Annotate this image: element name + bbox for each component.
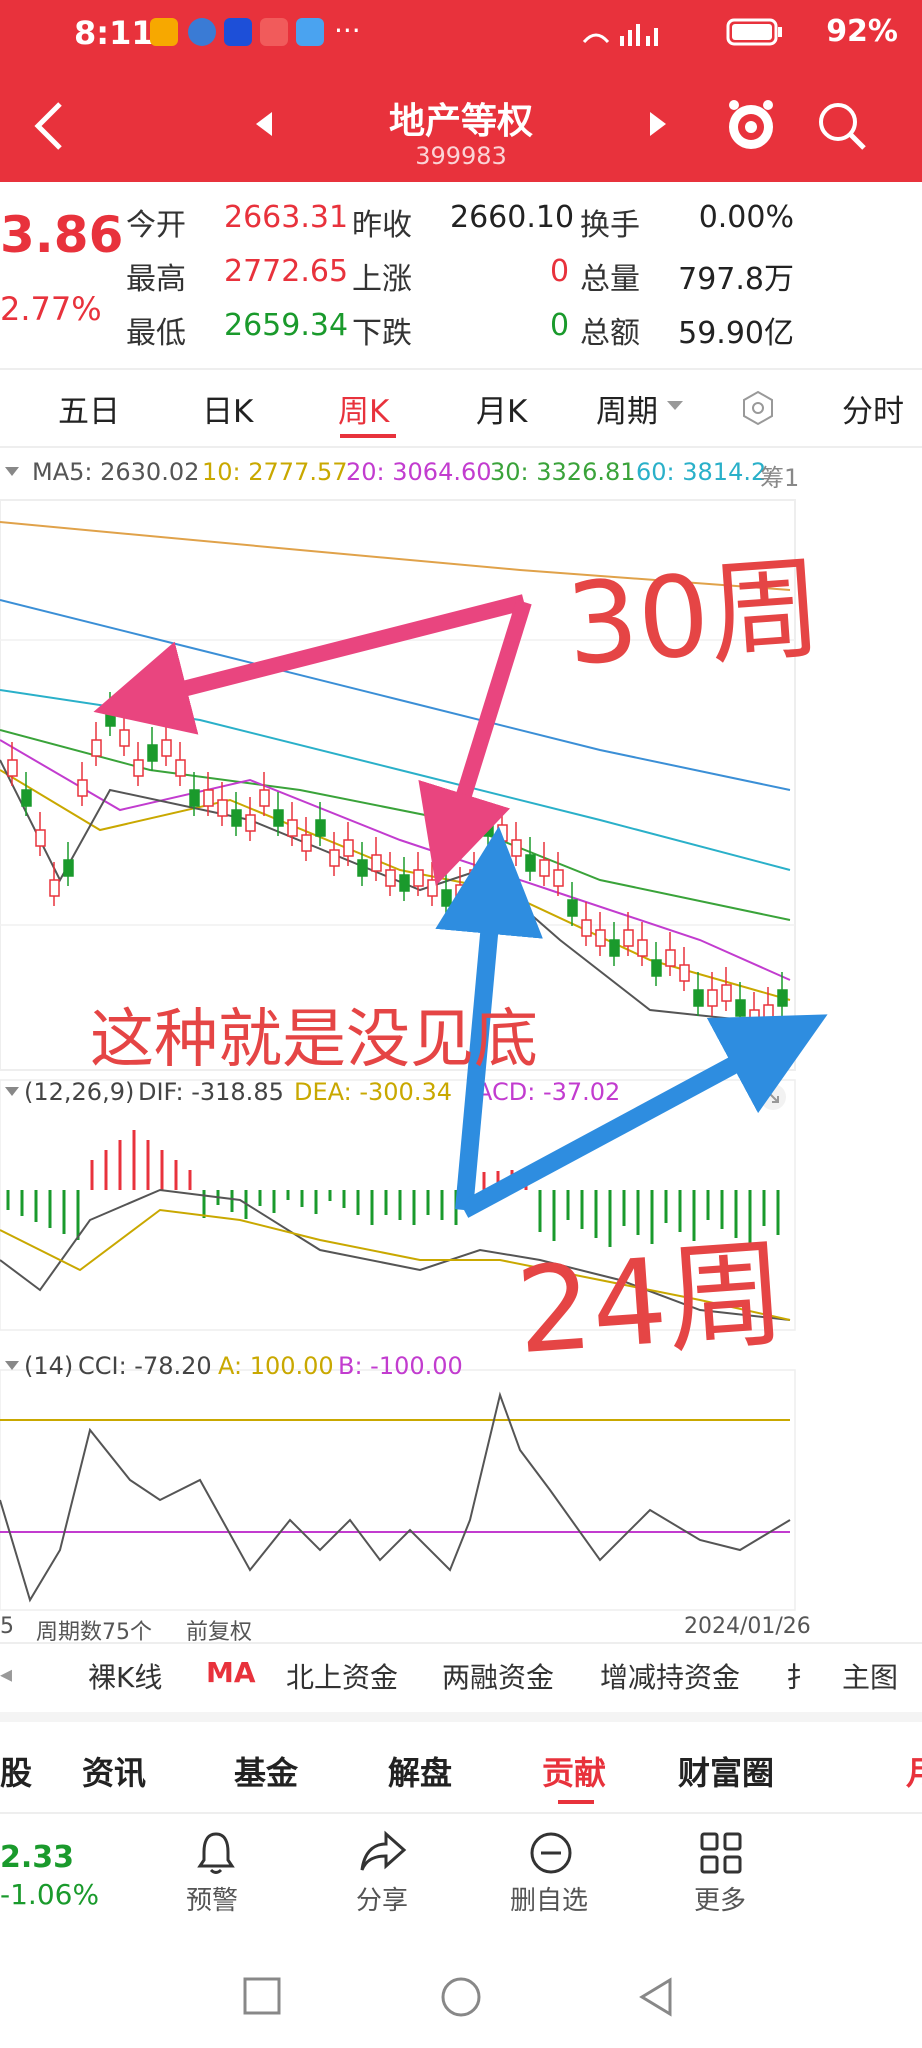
tab-intraday[interactable]: 分时	[842, 386, 904, 431]
prev-close-value: 2660.10	[450, 200, 575, 235]
scroll-left-icon[interactable]: ◂	[0, 1660, 12, 1688]
next-stock-icon[interactable]	[648, 110, 668, 138]
settings-hex-icon[interactable]	[738, 388, 778, 428]
battery-icon	[726, 18, 782, 46]
annotation-24-weeks: 24周	[512, 1223, 790, 1381]
low-value: 2659.34	[224, 308, 349, 343]
section-gap	[0, 1712, 922, 1722]
collapse-icon[interactable]	[4, 466, 20, 478]
bottom-price: 2.33	[0, 1840, 75, 1875]
turnover-label: 换手	[580, 208, 640, 243]
open-value: 2663.31	[224, 200, 349, 235]
divider	[0, 446, 922, 448]
footer-start: 5	[0, 1614, 14, 1639]
prev-close-label: 昨收	[352, 208, 412, 243]
grid-more-icon[interactable]	[698, 1830, 744, 1876]
stock-code: 399983	[415, 142, 507, 170]
annotation-30-weeks: 30周	[562, 543, 826, 691]
high-label: 最高	[126, 262, 186, 297]
section-tab-contribution[interactable]: 贡献	[542, 1748, 606, 1794]
more-label[interactable]: 更多	[694, 1880, 746, 1917]
chevron-down-icon	[667, 401, 683, 410]
indicator-naked-k[interactable]: 裸K线	[88, 1656, 162, 1696]
section-tab-news[interactable]: 资讯	[82, 1748, 146, 1794]
active-tab-indicator	[340, 434, 396, 438]
change-percent: 2.77%	[0, 290, 102, 328]
down-count-value: 0	[550, 308, 570, 343]
alert-label[interactable]: 预警	[186, 1880, 238, 1917]
divider	[0, 1642, 922, 1644]
tab-day-k[interactable]: 日K	[202, 386, 253, 431]
down-count-label: 下跌	[352, 316, 412, 351]
browser-icon	[188, 18, 216, 46]
section-tab-stock[interactable]: 股	[0, 1748, 32, 1794]
bottom-change: -1.06%	[0, 1878, 100, 1911]
section-tab-analysis[interactable]: 解盘	[388, 1748, 452, 1794]
section-tab-more[interactable]: 月	[906, 1748, 922, 1794]
divider	[0, 368, 922, 370]
low-label: 最低	[126, 316, 186, 351]
up-count-label: 上涨	[352, 262, 412, 297]
active-section-indicator	[558, 1800, 594, 1804]
taobao-icon	[150, 18, 178, 46]
more-notifications-icon: ···	[334, 14, 361, 47]
tab-week-k[interactable]: 周K	[338, 386, 389, 431]
back-nav-icon[interactable]	[636, 1976, 676, 2018]
app-icon	[224, 18, 252, 46]
amount-value: 59.90亿	[678, 316, 794, 351]
indicator-holdings[interactable]: 增减持资金	[600, 1656, 740, 1696]
indicator-ma[interactable]: MA	[206, 1656, 256, 1689]
share-icon[interactable]	[358, 1830, 408, 1874]
battery-percent: 92%	[826, 14, 898, 49]
indicator-northbound[interactable]: 北上资金	[286, 1656, 398, 1696]
volume-value: 797.8万	[678, 262, 794, 297]
bell-icon[interactable]	[194, 1828, 238, 1876]
app-icon	[260, 18, 288, 46]
last-price: 3.86	[0, 206, 124, 264]
cloud-icon	[296, 18, 324, 46]
turnover-value: 0.00%	[698, 200, 794, 235]
home-icon[interactable]	[440, 1976, 482, 2018]
main-chart-select[interactable]: 主图	[842, 1656, 898, 1696]
amount-label: 总额	[580, 316, 640, 351]
up-count-value: 0	[550, 254, 570, 289]
volume-label: 总量	[580, 262, 640, 297]
remove-watchlist-label[interactable]: 删自选	[510, 1880, 588, 1917]
mascot-icon[interactable]	[724, 96, 778, 154]
section-tab-fund[interactable]: 基金	[234, 1748, 298, 1794]
annotation-not-bottom: 这种就是没见底	[90, 1003, 538, 1077]
indicator-margin[interactable]: 两融资金	[442, 1656, 554, 1696]
search-icon[interactable]	[816, 100, 868, 152]
tab-five-day[interactable]: 五日	[58, 386, 120, 431]
signal-icon	[582, 24, 658, 46]
open-label: 今开	[126, 208, 186, 243]
tab-month-k[interactable]: 月K	[476, 386, 527, 431]
high-value: 2772.65	[224, 254, 349, 289]
divider	[0, 1812, 922, 1814]
last-date: 2024/01/26	[684, 1614, 811, 1639]
page-title: 地产等权	[388, 101, 533, 142]
tab-period[interactable]: 周期	[596, 386, 658, 431]
share-label[interactable]: 分享	[356, 1880, 408, 1917]
cci-line	[0, 1391, 791, 1603]
indicator-more[interactable]: 扌	[786, 1656, 814, 1696]
recent-apps-icon[interactable]	[242, 1976, 282, 2016]
status-time: 8:11	[74, 14, 154, 52]
section-tab-wealth[interactable]: 财富圈	[678, 1748, 774, 1794]
remove-watchlist-icon[interactable]	[528, 1830, 574, 1876]
